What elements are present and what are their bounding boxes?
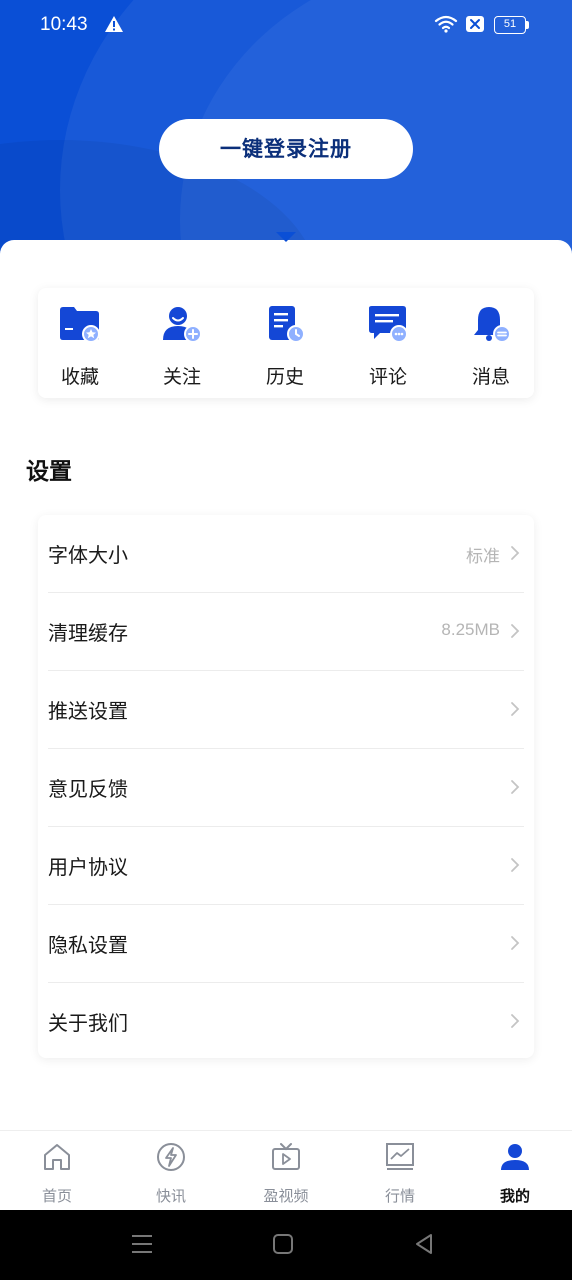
tab-label: 我的 bbox=[499, 1187, 530, 1205]
home-square-icon[interactable] bbox=[271, 1232, 295, 1256]
tab-label: 盈视频 bbox=[263, 1187, 309, 1205]
tab-label: 快讯 bbox=[155, 1187, 186, 1205]
tab-home[interactable]: 首页 bbox=[0, 1131, 114, 1211]
setting-value: 标准 bbox=[466, 547, 500, 566]
folder-star-icon bbox=[60, 307, 100, 343]
chevron-right-icon bbox=[511, 546, 520, 560]
wifi-icon bbox=[434, 15, 458, 33]
setting-label: 字体大小 bbox=[48, 543, 128, 567]
battery-level: 51 bbox=[494, 16, 526, 34]
chart-icon bbox=[386, 1143, 414, 1170]
tab-label: 首页 bbox=[41, 1187, 72, 1205]
flash-icon bbox=[157, 1143, 185, 1171]
tab-label: 行情 bbox=[384, 1187, 415, 1205]
quick-action-label: 收藏 bbox=[60, 366, 99, 388]
user-add-icon bbox=[163, 307, 202, 343]
quick-action-label: 评论 bbox=[368, 366, 407, 388]
setting-about-us[interactable]: 关于我们 bbox=[48, 983, 524, 1061]
quick-actions-card: 收藏 关注 历史 评论 消息 bbox=[38, 288, 534, 398]
panel-notch bbox=[276, 232, 296, 242]
chevron-right-icon bbox=[511, 936, 520, 950]
chevron-right-icon bbox=[511, 624, 520, 638]
menu-icon[interactable] bbox=[130, 1232, 154, 1256]
setting-feedback[interactable]: 意见反馈 bbox=[48, 749, 524, 827]
setting-label: 用户协议 bbox=[48, 855, 128, 879]
home-icon bbox=[44, 1144, 70, 1170]
system-navigation-bar bbox=[0, 1210, 572, 1280]
chevron-right-icon bbox=[511, 858, 520, 872]
setting-label: 意见反馈 bbox=[48, 777, 128, 801]
bottom-tab-bar: 首页 快讯 盈视频 行情 我的 bbox=[0, 1130, 572, 1210]
chevron-right-icon bbox=[511, 702, 520, 716]
setting-font-size[interactable]: 字体大小 标准 bbox=[48, 515, 524, 593]
setting-privacy[interactable]: 隐私设置 bbox=[48, 905, 524, 983]
sim-off-icon bbox=[466, 16, 484, 32]
tab-flash-news[interactable]: 快讯 bbox=[114, 1131, 228, 1211]
battery-tip bbox=[526, 21, 529, 29]
tab-mine[interactable]: 我的 bbox=[458, 1131, 572, 1211]
chevron-right-icon bbox=[511, 780, 520, 794]
tab-video[interactable]: 盈视频 bbox=[229, 1131, 343, 1211]
quick-action-messages[interactable]: 消息 bbox=[441, 288, 541, 398]
chevron-right-icon bbox=[511, 1014, 520, 1028]
setting-label: 隐私设置 bbox=[48, 933, 128, 957]
setting-user-agreement[interactable]: 用户协议 bbox=[48, 827, 524, 905]
bell-icon bbox=[474, 307, 511, 343]
tab-market[interactable]: 行情 bbox=[343, 1131, 457, 1211]
setting-label: 推送设置 bbox=[48, 699, 128, 723]
warning-icon bbox=[105, 16, 123, 32]
tv-play-icon bbox=[272, 1143, 300, 1170]
quick-action-label: 历史 bbox=[265, 366, 304, 388]
quick-action-label: 关注 bbox=[162, 366, 201, 388]
setting-clear-cache[interactable]: 清理缓存 8.25MB bbox=[48, 593, 524, 671]
settings-list: 字体大小 标准 清理缓存 8.25MB 推送设置 意见反馈 用户协议 隐私设置 … bbox=[38, 515, 534, 1058]
quick-action-history[interactable]: 历史 bbox=[235, 288, 335, 398]
quick-action-favorites[interactable]: 收藏 bbox=[30, 288, 130, 398]
setting-push[interactable]: 推送设置 bbox=[48, 671, 524, 749]
one-click-login-button[interactable]: 一键登录注册 bbox=[159, 119, 413, 179]
status-time: 10:43 bbox=[40, 14, 88, 35]
setting-label: 清理缓存 bbox=[48, 621, 128, 645]
setting-value: 8.25MB bbox=[441, 620, 500, 639]
quick-action-follow[interactable]: 关注 bbox=[132, 288, 232, 398]
settings-title: 设置 bbox=[26, 459, 72, 485]
quick-action-comments[interactable]: 评论 bbox=[338, 288, 438, 398]
user-icon bbox=[501, 1144, 529, 1170]
battery-icon: 51 bbox=[494, 16, 530, 34]
document-clock-icon bbox=[269, 306, 305, 343]
setting-label: 关于我们 bbox=[48, 1011, 128, 1035]
status-bar: 10:43 51 bbox=[0, 0, 572, 52]
quick-action-label: 消息 bbox=[471, 366, 510, 388]
back-triangle-icon[interactable] bbox=[412, 1232, 436, 1256]
comment-icon bbox=[369, 306, 408, 343]
